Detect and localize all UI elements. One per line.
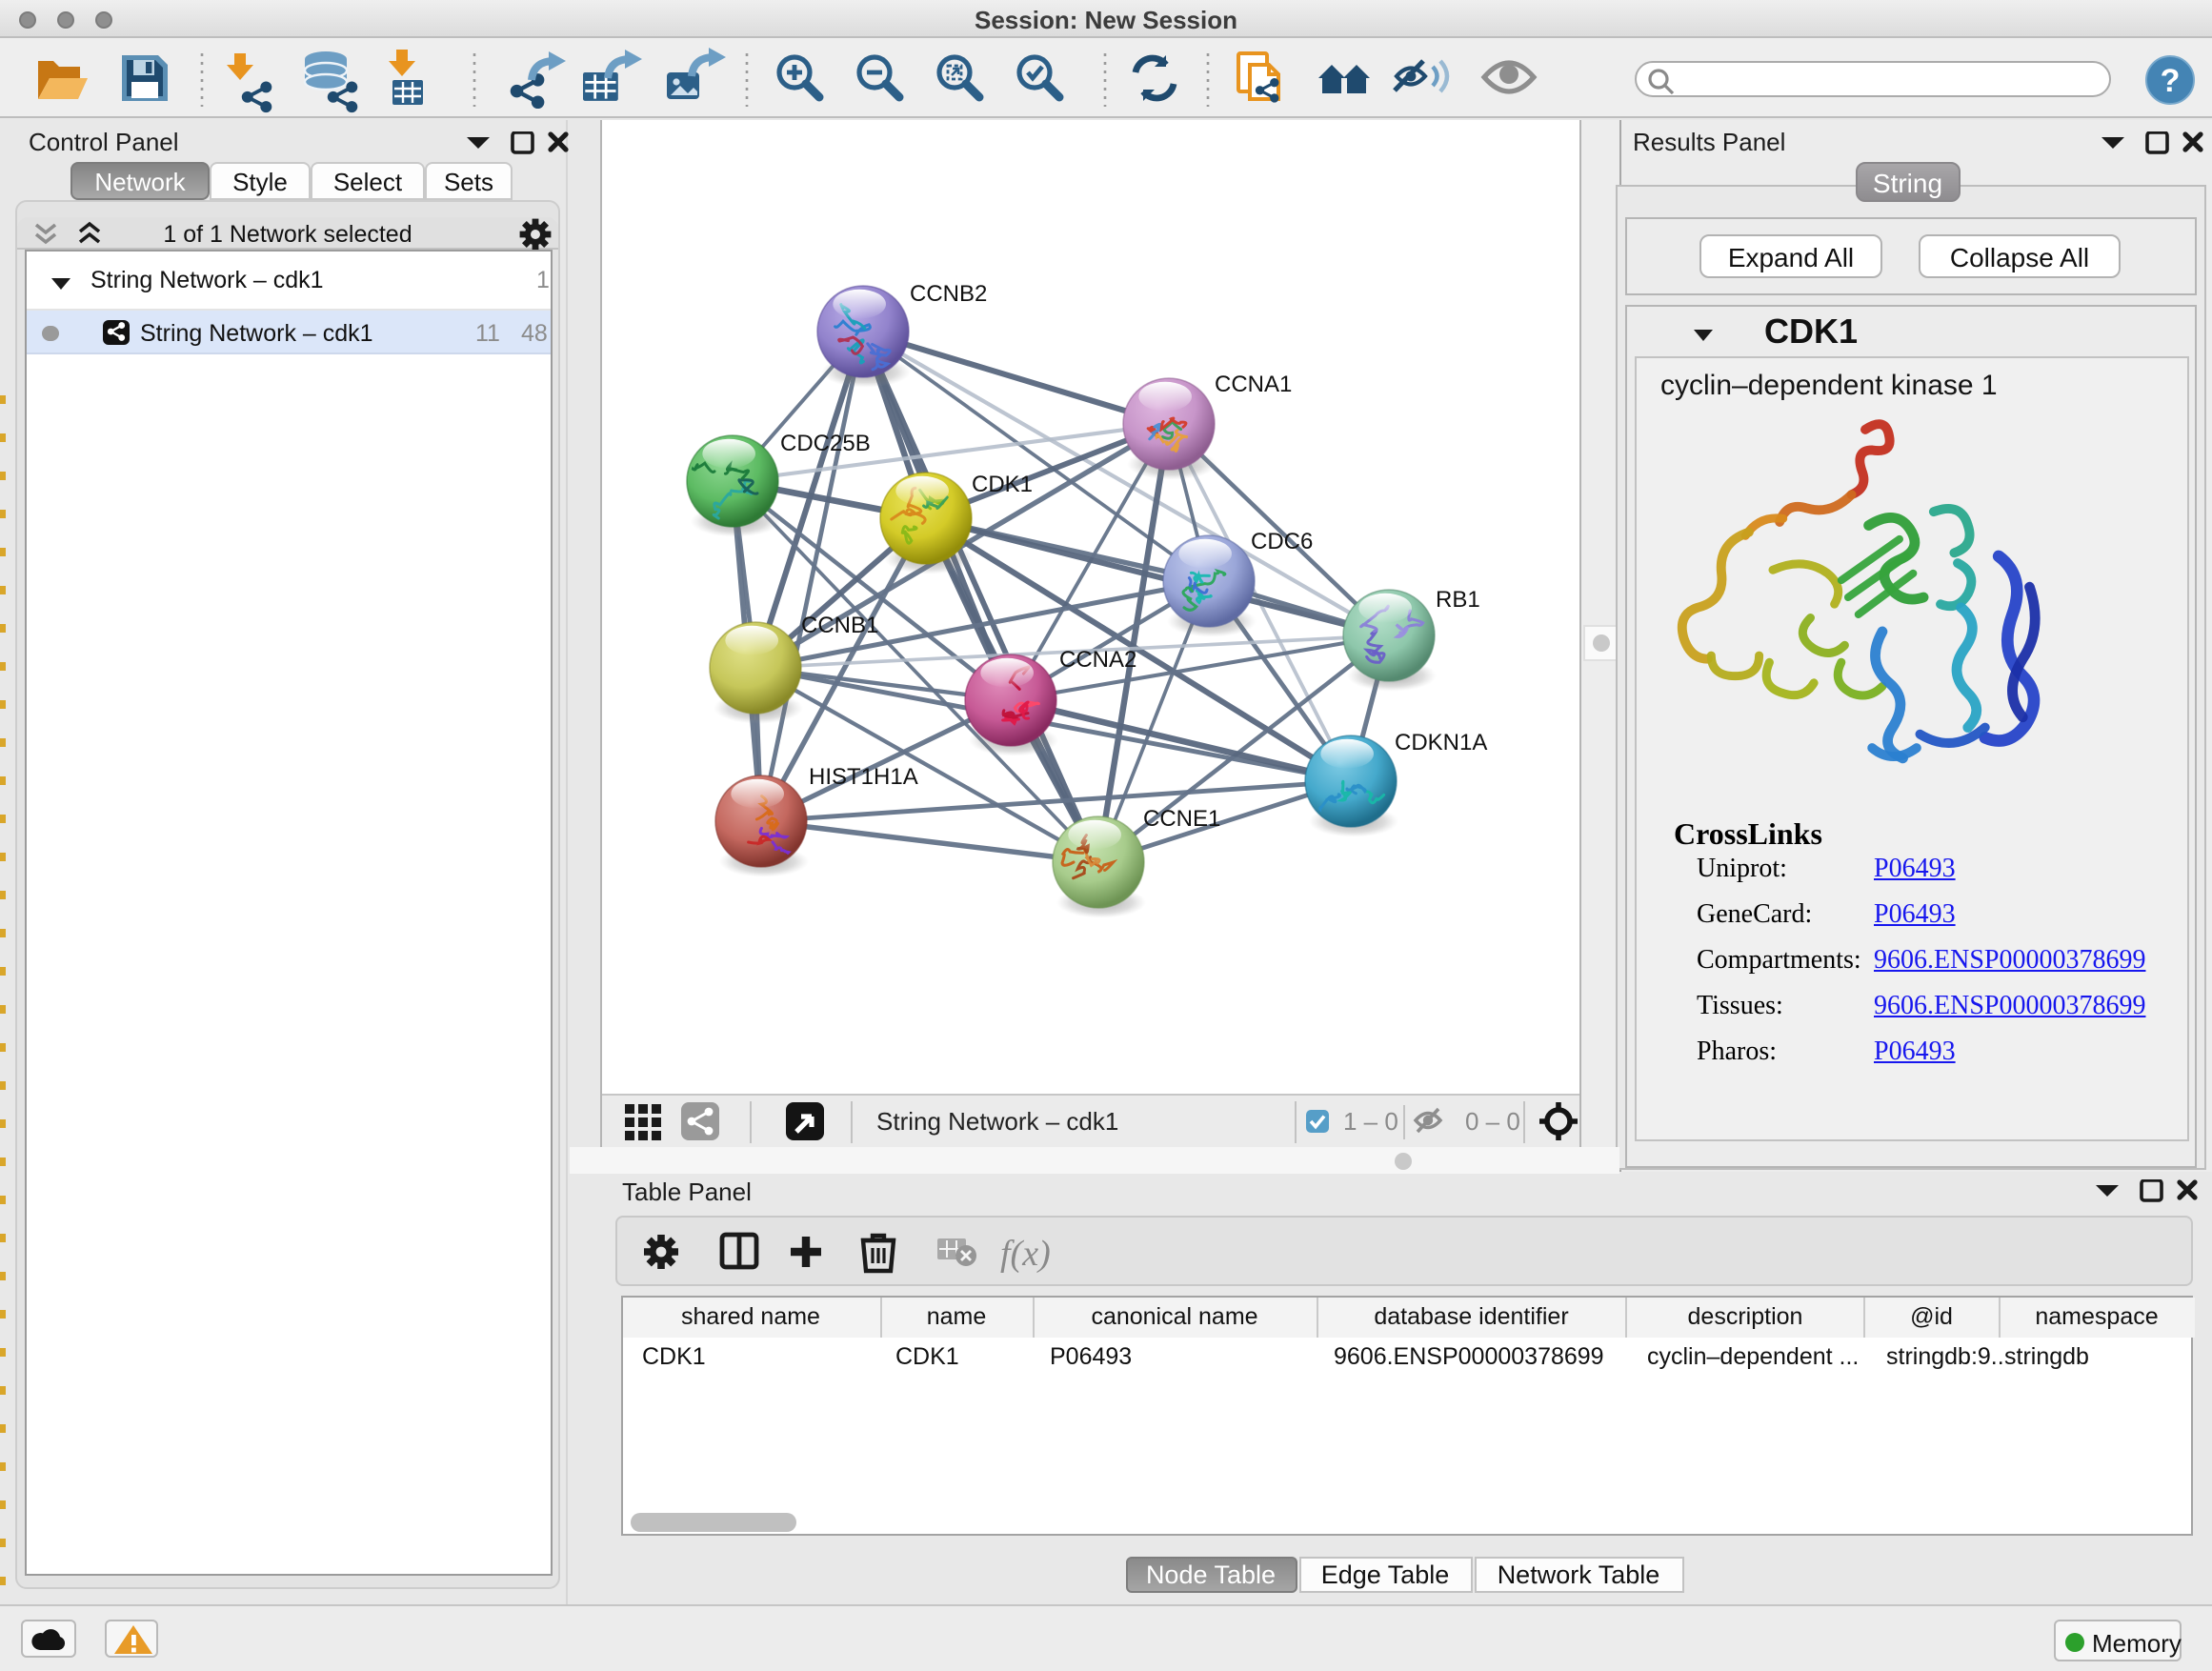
svg-text:CDKN1A: CDKN1A bbox=[1394, 730, 1486, 755]
svg-text:CCNB1: CCNB1 bbox=[800, 613, 877, 638]
svg-text:CCNE1: CCNE1 bbox=[1142, 806, 1219, 832]
svg-text:CCNB2: CCNB2 bbox=[909, 281, 986, 307]
svg-text:1 – 0: 1 – 0 bbox=[1342, 1106, 1398, 1135]
svg-text:f(x): f(x) bbox=[999, 1233, 1050, 1273]
svg-text:String Network – cdk1: String Network – cdk1 bbox=[875, 1106, 1117, 1135]
svg-text:CCNA2: CCNA2 bbox=[1058, 647, 1136, 673]
svg-text:RB1: RB1 bbox=[1435, 587, 1479, 613]
svg-text:HIST1H1A: HIST1H1A bbox=[808, 764, 917, 790]
svg-text:0 – 0: 0 – 0 bbox=[1464, 1106, 1519, 1135]
svg-text:CDK1: CDK1 bbox=[971, 472, 1032, 497]
svg-text:CDC6: CDC6 bbox=[1250, 529, 1312, 554]
svg-text:CCNA1: CCNA1 bbox=[1214, 372, 1291, 397]
svg-text:CDC25B: CDC25B bbox=[779, 431, 870, 456]
